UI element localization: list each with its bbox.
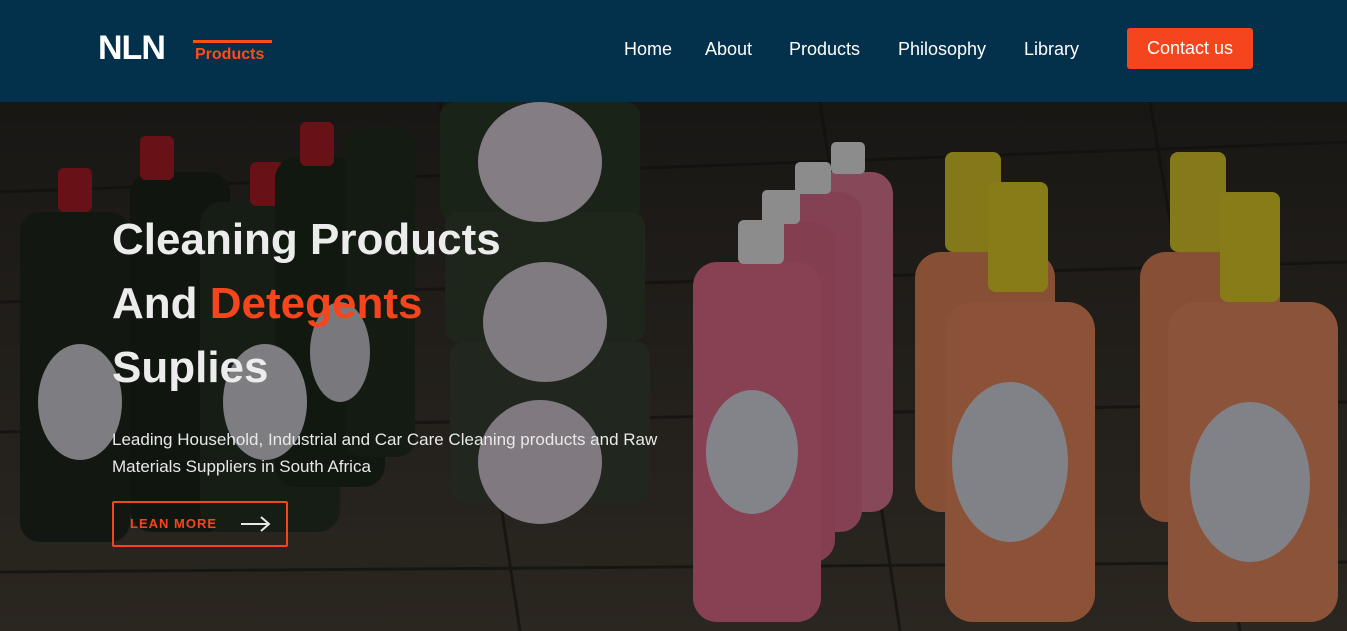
arrow-right-icon	[241, 516, 271, 532]
hero-title-accent: Detegents	[209, 279, 423, 328]
hero-subtitle: Leading Household, Industrial and Car Ca…	[112, 430, 658, 476]
nav-products[interactable]: Products	[789, 36, 860, 62]
nav-philosophy[interactable]: Philosophy	[898, 36, 986, 62]
hero-title-line2-prefix: And	[112, 279, 210, 328]
contact-us-button[interactable]: Contact us	[1127, 28, 1253, 69]
nav-home[interactable]: Home	[624, 36, 672, 62]
hero-title-line1: Cleaning Products	[112, 215, 501, 264]
hero-title-line3: Suplies	[112, 343, 269, 392]
nav-library[interactable]: Library	[1024, 36, 1079, 62]
nav-about[interactable]: About	[705, 36, 752, 62]
top-navbar: NLN Products Home About Products Philoso…	[0, 0, 1347, 102]
learn-more-button[interactable]: LEAN MORE	[112, 501, 288, 547]
learn-more-label: LEAN MORE	[130, 516, 217, 531]
hero-section: Cleaning Products And Detegents Suplies …	[0, 102, 1347, 631]
hero-title: Cleaning Products And Detegents Suplies	[112, 208, 672, 400]
